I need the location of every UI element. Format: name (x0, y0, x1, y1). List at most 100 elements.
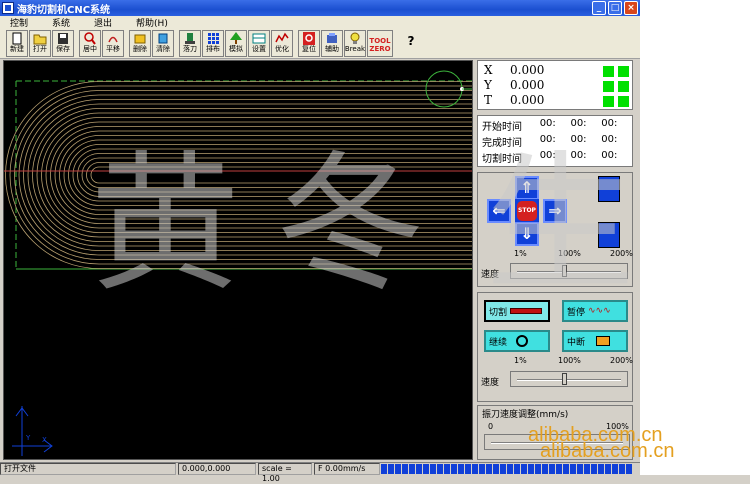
progress-bar (381, 464, 636, 474)
background-area (640, 0, 750, 475)
clear-button[interactable]: 清除 (152, 30, 174, 57)
stop-icon: STOP (517, 201, 537, 221)
blade-down-icon (185, 33, 195, 44)
cut-button[interactable]: 切割 (484, 300, 550, 322)
jog-left-button[interactable]: ⇐ (487, 199, 511, 223)
continue-button[interactable]: 继续 (484, 330, 550, 352)
jog-speed-thumb[interactable] (562, 265, 567, 277)
tool-zero-button[interactable]: TOOL ZERO (367, 30, 393, 57)
status-indicator (603, 81, 614, 92)
cut-hours: 00: (539, 150, 556, 161)
delete-button[interactable]: 删除 (129, 30, 151, 57)
menu-control[interactable]: 控制 (10, 16, 28, 29)
z-up-button[interactable] (598, 176, 620, 202)
jog-speed-label: 速度 (481, 270, 500, 280)
break-button[interactable]: Break (344, 30, 366, 57)
control-panel: X 0.000 Y 0.000 T 0.000 开始时间 00: 00: 00: 完成时间 0… (475, 60, 635, 460)
pan-icon (108, 36, 118, 43)
progress-block (577, 464, 583, 474)
progress-block (542, 464, 548, 474)
progress-block (528, 464, 534, 474)
minimize-button[interactable]: _ (592, 1, 606, 15)
assist-button[interactable]: 辅助 (321, 30, 343, 57)
progress-block (619, 464, 625, 474)
open-button[interactable]: 打开 (29, 30, 51, 57)
progress-block (535, 464, 541, 474)
menu-help[interactable]: 帮助(H) (136, 16, 168, 29)
new-button[interactable]: 新建 (6, 30, 28, 57)
watermark-site: alibaba.com.cn (540, 440, 675, 462)
progress-block (458, 464, 464, 474)
jog-pct-max: 200% (610, 249, 633, 258)
progress-block (423, 464, 429, 474)
ctrl-pct-min: 1% (514, 356, 527, 365)
status-feed: F 0.00mm/s (314, 463, 380, 475)
drawing-canvas[interactable]: Y X (3, 60, 473, 460)
pause-label: 暂停 (567, 307, 586, 318)
progress-block (549, 464, 555, 474)
coordinate-display: X 0.000 Y 0.000 T 0.000 (477, 60, 633, 110)
jog-right-button[interactable]: ⇒ (543, 199, 567, 223)
close-button[interactable]: × (624, 1, 638, 15)
tool-zero-icon: TOOL ZERO (369, 37, 391, 53)
progress-block (430, 464, 436, 474)
delete-icon (134, 34, 146, 44)
interrupt-button[interactable]: 中断 (562, 330, 628, 352)
cut-minutes: 00: (570, 150, 587, 161)
optimize-button[interactable]: 优化 (271, 30, 293, 57)
z-down-button[interactable] (598, 222, 620, 248)
jog-pct-min: 1% (514, 249, 527, 258)
simulate-button[interactable]: 模拟 (225, 30, 247, 57)
menu-bar: 控制 系统 退出 帮助(H) (0, 16, 640, 29)
status-indicator (603, 96, 614, 107)
y-value: 0.000 (510, 78, 545, 92)
settings-button[interactable]: 设置 (248, 30, 270, 57)
jog-pct-mid: 100% (558, 249, 581, 258)
center-button[interactable]: 居中 (79, 30, 101, 57)
jog-down-button[interactable]: ⇓ (515, 222, 539, 246)
pause-button[interactable]: 暂停 ∿∿∿ (562, 300, 628, 322)
ctrl-speed-slider[interactable] (510, 371, 628, 387)
save-disk-icon (58, 33, 68, 44)
assist-icon (327, 33, 337, 43)
bulb-icon (350, 32, 360, 44)
feed-min-label: 0 (488, 422, 494, 431)
progress-block (472, 464, 478, 474)
ctrl-speed-thumb[interactable] (562, 373, 567, 385)
progress-block (437, 464, 443, 474)
jog-speed-slider[interactable] (510, 263, 628, 279)
save-button[interactable]: 保存 (52, 30, 74, 57)
pan-button[interactable]: 平移 (102, 30, 124, 57)
status-scale: scale = 1.00 (258, 463, 312, 483)
menu-system[interactable]: 系统 (52, 16, 70, 29)
title-bar: 海豹切割机CNC系统 _ □ × (0, 0, 640, 16)
continue-label: 继续 (489, 337, 508, 348)
maximize-button[interactable]: □ (608, 1, 622, 15)
layout-button[interactable]: 排布 (202, 30, 224, 57)
wave-icon: ∿∿∿ (588, 306, 611, 316)
interrupt-icon (596, 336, 611, 346)
interrupt-label: 中断 (567, 337, 586, 348)
magnifier-icon (84, 32, 96, 45)
ctrl-pct-max: 200% (610, 356, 633, 365)
status-position: 0.000,0.000 (178, 463, 256, 475)
progress-block (381, 464, 387, 474)
progress-block (591, 464, 597, 474)
status-indicator (618, 96, 629, 107)
blade-icon (510, 308, 543, 314)
menu-exit[interactable]: 退出 (94, 16, 112, 29)
progress-block (570, 464, 576, 474)
progress-block (444, 464, 450, 474)
clear-icon (158, 33, 168, 44)
stop-button[interactable]: STOP (515, 199, 539, 223)
help-icon[interactable]: ? (404, 34, 418, 54)
power-icon (516, 335, 529, 347)
progress-block (626, 464, 632, 474)
progress-block (605, 464, 611, 474)
open-folder-icon (33, 34, 47, 45)
reset-button[interactable]: 复位 (298, 30, 320, 57)
t-value: 0.000 (510, 93, 545, 107)
jog-up-button[interactable]: ⇑ (515, 176, 539, 200)
blade-down-button[interactable]: 落刀 (179, 30, 201, 57)
x-label: X (484, 63, 493, 77)
